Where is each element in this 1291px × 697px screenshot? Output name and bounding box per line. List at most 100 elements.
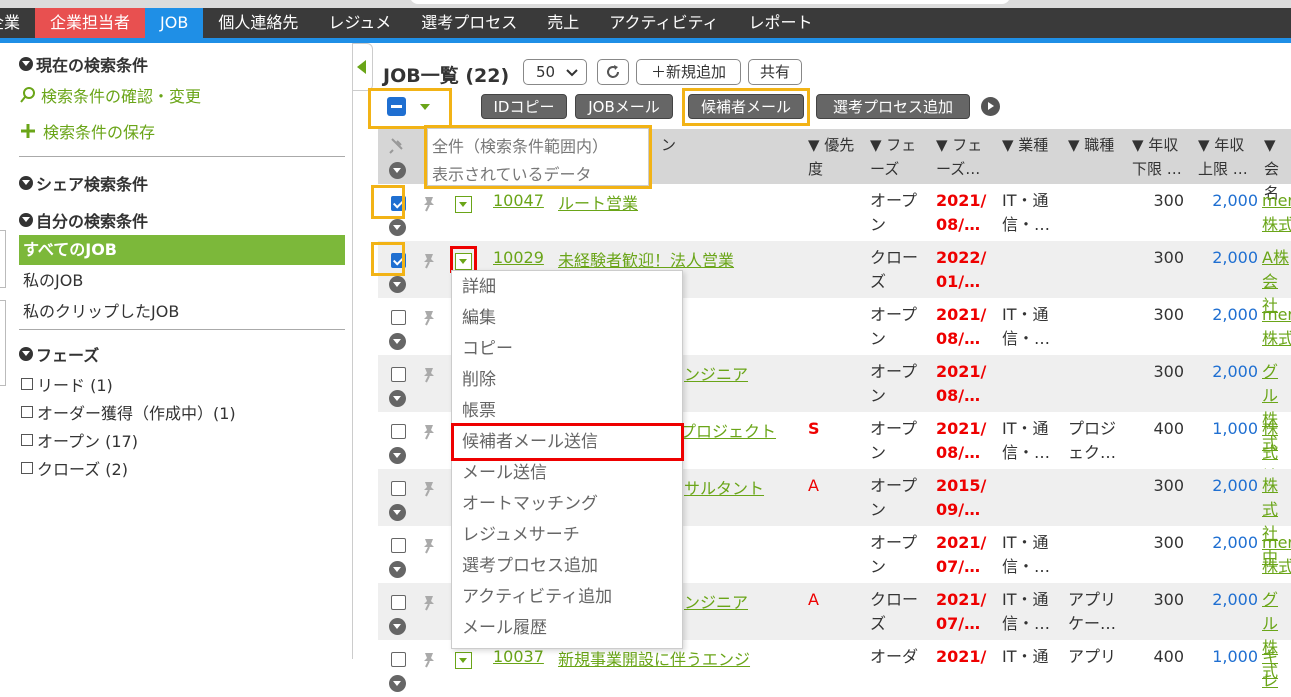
pin-icon[interactable] — [422, 652, 436, 668]
phase-heading[interactable]: フェーズ — [19, 342, 99, 366]
new-add-button[interactable]: ＋新規追加 — [636, 59, 741, 85]
row-checkbox[interactable] — [391, 424, 406, 439]
job-id-link[interactable]: 10047 — [493, 189, 544, 213]
row-expand-button[interactable] — [389, 447, 406, 464]
row-expand-button[interactable] — [389, 675, 406, 692]
col-name-fragment[interactable]: ン — [661, 133, 676, 157]
menu-item-edit[interactable]: 編集 — [462, 306, 496, 330]
search-clipped-jobs[interactable]: 私のクリップしたJOB — [19, 297, 345, 327]
row-menu-button[interactable] — [455, 196, 472, 213]
nav-item-sales[interactable]: 売上 — [532, 8, 594, 38]
header-menu-button[interactable] — [389, 162, 406, 179]
row-checkbox[interactable] — [391, 595, 406, 610]
menu-item-copy[interactable]: コピー — [462, 337, 513, 361]
company-link[interactable]: キレ — [1262, 645, 1291, 693]
search-all-jobs[interactable]: すべてのJOB — [19, 235, 345, 265]
candidate-mail-button[interactable]: 候補者メール — [688, 94, 804, 119]
job-id-link[interactable]: 10029 — [493, 246, 544, 270]
select-all-checkbox[interactable] — [387, 97, 406, 116]
row-checkbox[interactable] — [391, 310, 406, 325]
search-my-jobs[interactable]: 私のJOB — [19, 266, 345, 296]
job-name-link[interactable]: 新規事業開設に伴うエンジ — [558, 648, 750, 672]
col-salary-max[interactable]: ▼ 年収 上限 … — [1198, 133, 1248, 181]
company-link[interactable]: mer 株式 — [1262, 189, 1291, 237]
pin-icon[interactable] — [422, 253, 436, 269]
nav-item-resume[interactable]: レジュメ — [313, 8, 406, 38]
phase-filter-order[interactable]: オーダー獲得（作成中）(1) — [21, 400, 236, 424]
col-job-type[interactable]: ▼ 職種 — [1068, 133, 1114, 157]
menu-item-resume-search[interactable]: レジュメサーチ — [462, 523, 580, 547]
confirm-conditions-link[interactable]: 検索条件の確認・変更 — [19, 83, 201, 107]
col-priority[interactable]: ▼ 優先度 — [808, 133, 854, 181]
menu-item-mail-history[interactable]: メール履歴 — [462, 616, 547, 640]
my-conditions-heading[interactable]: 自分の検索条件 — [19, 208, 148, 232]
phase-filter-closed[interactable]: クローズ (2) — [21, 456, 128, 480]
pin-icon[interactable] — [422, 424, 436, 440]
job-name-link[interactable]: ルート営業 — [558, 192, 638, 216]
job-mail-button[interactable]: JOBメール — [575, 94, 673, 119]
checkbox[interactable] — [21, 462, 33, 474]
nav-item-personal-contact[interactable]: 個人連絡先 — [203, 8, 313, 38]
checkbox[interactable] — [21, 406, 33, 418]
pin-icon[interactable] — [422, 310, 436, 326]
job-name-link[interactable]: プロジェクト — [680, 420, 776, 444]
row-menu-button[interactable] — [455, 652, 472, 669]
nav-item-selection-process[interactable]: 選考プロセス — [406, 8, 532, 38]
phase-filter-lead[interactable]: リード (1) — [21, 372, 113, 396]
more-actions-button[interactable] — [981, 97, 1000, 116]
page-size-select[interactable]: 50 — [523, 59, 587, 85]
job-name-link[interactable]: ンジニア — [684, 363, 748, 387]
job-name-link[interactable]: サルタント — [684, 477, 764, 501]
menu-item-add-selection[interactable]: 選考プロセス追加 — [462, 554, 598, 578]
row-checkbox[interactable] — [391, 538, 406, 553]
row-checkbox[interactable] — [391, 481, 406, 496]
row-expand-button[interactable] — [389, 561, 406, 578]
row-expand-button[interactable] — [389, 390, 406, 407]
row-expand-button[interactable] — [389, 276, 406, 293]
phase-filter-open[interactable]: オープン (17) — [21, 428, 138, 452]
menu-item-add-activity[interactable]: アクティビティ追加 — [462, 585, 612, 609]
row-expand-button[interactable] — [389, 333, 406, 350]
row-expand-button[interactable] — [389, 219, 406, 236]
menu-item-send-mail[interactable]: メール送信 — [462, 461, 547, 485]
salary-min: 300 — [1153, 191, 1184, 210]
row-expand-button[interactable] — [389, 504, 406, 521]
shared-conditions-heading[interactable]: シェア検索条件 — [19, 171, 148, 195]
col-industry[interactable]: ▼ 業種 — [1002, 133, 1048, 157]
pin-icon[interactable] — [422, 196, 436, 212]
row-checkbox[interactable] — [391, 652, 406, 667]
company-link[interactable]: mer 株式 — [1262, 303, 1291, 351]
nav-item-company[interactable]: 企業 — [0, 8, 35, 38]
row-checkbox[interactable] — [391, 367, 406, 382]
menu-item-delete[interactable]: 削除 — [462, 368, 496, 392]
col-phase-date[interactable]: ▼ フェ ーズ… — [936, 133, 982, 181]
checkbox[interactable] — [21, 378, 33, 390]
save-conditions-link[interactable]: 検索条件の保存 — [19, 119, 155, 143]
menu-item-detail[interactable]: 詳細 — [462, 275, 496, 299]
refresh-button[interactable] — [597, 59, 629, 85]
row-expand-button[interactable] — [389, 618, 406, 635]
pin-icon[interactable] — [422, 367, 436, 383]
pin-icon[interactable] — [422, 481, 436, 497]
col-phase[interactable]: ▼ フェ ーズ — [870, 133, 916, 181]
menu-item-form[interactable]: 帳票 — [462, 399, 496, 423]
chevron-down-icon — [19, 57, 33, 71]
id-copy-button[interactable]: IDコピー — [481, 94, 567, 119]
company-link[interactable]: mer 株式 — [1262, 531, 1291, 579]
pin-icon[interactable] — [422, 538, 436, 554]
nav-item-activity[interactable]: アクティビティ — [594, 8, 733, 38]
add-selection-process-button[interactable]: 選考プロセス追加 — [816, 94, 970, 119]
nav-item-report[interactable]: レポート — [734, 8, 828, 38]
url-bar[interactable] — [410, 0, 1010, 4]
nav-item-contact-person[interactable]: 企業担当者 — [35, 8, 146, 38]
job-name-link[interactable]: ンジニア — [684, 591, 748, 615]
select-dropdown-caret[interactable] — [420, 104, 430, 110]
checkbox[interactable] — [21, 434, 33, 446]
nav-item-job[interactable]: JOB — [145, 8, 204, 38]
col-salary-min[interactable]: ▼ 年収 下限 … — [1132, 133, 1182, 181]
share-button[interactable]: 共有 — [748, 59, 802, 85]
menu-item-auto-matching[interactable]: オートマッチング — [462, 492, 598, 516]
collapse-sidebar-button[interactable] — [353, 43, 373, 91]
pin-icon[interactable] — [422, 595, 436, 611]
table-row[interactable]: 10047 ルート営業 オープン 2021/08/… IT・通 信・… 300 2,000 me… — [378, 184, 1291, 241]
